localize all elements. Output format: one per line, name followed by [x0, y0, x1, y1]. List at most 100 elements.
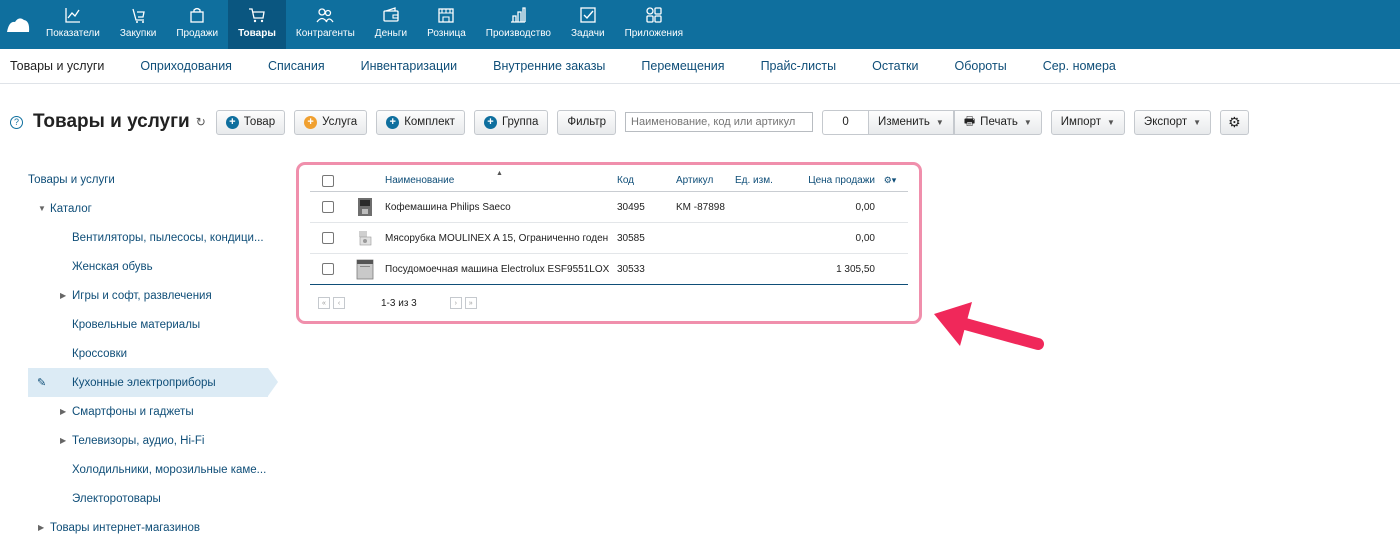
tree-item-catalog[interactable]: ▼ Каталог — [28, 194, 268, 223]
product-name[interactable]: Посудомоечная машина Electrolux ESF9551L… — [385, 264, 617, 275]
logo[interactable] — [0, 0, 36, 49]
table-row[interactable]: Мясорубка MOULINEX A 15, Ограниченно год… — [310, 223, 908, 254]
nav-item-indicators[interactable]: Показатели — [36, 0, 110, 49]
tree-item-label: Кухонные электроприборы — [72, 376, 216, 389]
column-price[interactable]: Цена продажи — [805, 175, 875, 186]
chevron-right-icon[interactable]: ▶ — [38, 523, 50, 532]
help-icon[interactable]: ? — [10, 115, 23, 129]
column-settings-icon[interactable]: ⚙▾ — [875, 175, 905, 186]
subnav-inventory[interactable]: Инвентаризации — [361, 49, 458, 84]
top-nav-bar: Показатели Закупки Продажи Товары Контра… — [0, 0, 1400, 49]
chart-icon — [65, 8, 80, 23]
next-page-button[interactable]: › — [449, 297, 462, 309]
tree-item[interactable]: ▶ Смартфоны и гаджеты — [28, 397, 268, 426]
row-checkbox[interactable] — [321, 232, 334, 244]
product-name[interactable]: Мясорубка MOULINEX A 15, Ограниченно год… — [385, 233, 617, 244]
add-product-button[interactable]: + Товар — [215, 109, 286, 135]
table-row[interactable]: Посудомоечная машина Electrolux ESF9551L… — [310, 254, 908, 285]
nav-item-products[interactable]: Товары — [228, 0, 286, 49]
row-checkbox[interactable] — [321, 201, 334, 213]
tree-item-label: Вентиляторы, пылесосы, кондици... — [72, 231, 264, 244]
tree-item-online-stores[interactable]: ▶ Товары интернет-магазинов — [28, 513, 268, 542]
column-code[interactable]: Код — [617, 175, 676, 186]
nav-item-contractors[interactable]: Контрагенты — [286, 0, 365, 49]
subnav-price-lists[interactable]: Прайс-листы — [761, 49, 837, 84]
product-name[interactable]: Кофемашина Philips Saeco — [385, 202, 617, 213]
products-table: Наименование Код Артикул Ед. изм. Цена п… — [310, 170, 908, 285]
print-button[interactable]: 🖶 Печать ▼ — [953, 109, 1042, 135]
chevron-down-icon: ▼ — [935, 117, 944, 127]
tree-item[interactable]: ▶ Игры и софт, развлечения — [28, 281, 268, 310]
column-unit[interactable]: Ед. изм. — [735, 175, 805, 186]
tree-item[interactable]: Холодильники, морозильные каме... — [28, 455, 268, 484]
selected-counter: 0 — [822, 109, 869, 135]
nav-label: Продажи — [176, 28, 219, 39]
meat-grinder-image — [359, 231, 372, 246]
filter-button[interactable]: Фильтр — [557, 109, 617, 135]
nav-item-production[interactable]: Производство — [476, 0, 561, 49]
nav-item-apps[interactable]: Приложения — [615, 0, 694, 49]
chevron-down-icon: ▼ — [1193, 117, 1202, 127]
button-label: Изменить — [878, 116, 930, 128]
select-all-checkbox[interactable] — [321, 174, 334, 187]
sort-asc-icon: ▲ — [496, 170, 503, 177]
tree-item-root[interactable]: Товары и услуги — [28, 165, 268, 194]
tree-item-label: Женская обувь — [72, 260, 153, 273]
tree-item[interactable]: Вентиляторы, пылесосы, кондици... — [28, 223, 268, 252]
export-button[interactable]: Экспорт ▼ — [1133, 109, 1212, 135]
tree-item-selected[interactable]: ✎ Кухонные электроприборы — [28, 368, 278, 397]
first-page-button[interactable]: « — [318, 297, 330, 309]
nav-label: Показатели — [46, 28, 100, 39]
tree-item[interactable]: ▶ Телевизоры, аудио, Hi-Fi — [28, 426, 268, 455]
pager: « ‹ 1-3 из 3 › » — [318, 297, 480, 309]
nav-item-sales[interactable]: Продажи — [166, 0, 228, 49]
table-row[interactable]: Кофемашина Philips Saeco 30495 KM -87898… — [310, 192, 908, 223]
tree-item[interactable]: Кровельные материалы — [28, 310, 268, 339]
plus-icon: + — [483, 115, 497, 129]
product-article: KM -87898 — [676, 201, 725, 213]
chevron-down-icon: ▼ — [1107, 117, 1115, 127]
last-page-button[interactable]: » — [464, 297, 477, 309]
import-button[interactable]: Импорт ▼ — [1050, 109, 1125, 135]
nav-item-retail[interactable]: Розница — [417, 0, 476, 49]
nav-label: Закупки — [119, 28, 157, 39]
chevron-right-icon[interactable]: ▶ — [60, 291, 72, 300]
nav-label: Производство — [485, 28, 551, 39]
search-input[interactable] — [625, 112, 814, 132]
add-kit-button[interactable]: + Комплект — [376, 109, 465, 135]
tree-item[interactable]: Женская обувь — [28, 252, 268, 281]
nav-label: Розница — [427, 28, 466, 39]
subnav-internal-orders[interactable]: Внутренние заказы — [493, 49, 605, 84]
chevron-right-icon[interactable]: ▶ — [60, 436, 72, 445]
subnav-stock[interactable]: Остатки — [872, 49, 918, 84]
product-price: 0,00 — [855, 232, 875, 244]
annotation-arrow-icon — [934, 302, 1044, 350]
subnav-transfers[interactable]: Перемещения — [641, 49, 724, 84]
page-title: Товары и услуги — [33, 111, 190, 132]
button-label: Группа — [501, 116, 539, 128]
column-article[interactable]: Артикул — [676, 175, 735, 186]
subnav-serial-numbers[interactable]: Сер. номера — [1043, 49, 1116, 84]
subnav-write-offs[interactable]: Списания — [268, 49, 325, 84]
subnav-receipts[interactable]: Оприходования — [140, 49, 232, 84]
tree-item[interactable]: Электоротовары — [28, 484, 268, 513]
nav-label: Контрагенты — [295, 28, 355, 39]
prev-page-button[interactable]: ‹ — [333, 297, 345, 309]
subnav-products-services[interactable]: Товары и услуги — [10, 49, 104, 84]
settings-button[interactable]: ⚙ — [1220, 109, 1249, 135]
nav-item-money[interactable]: Деньги — [365, 0, 417, 49]
nav-item-tasks[interactable]: Задачи — [561, 0, 615, 49]
nav-item-purchases[interactable]: Закупки — [110, 0, 166, 49]
chevron-down-icon[interactable]: ▼ — [38, 204, 50, 213]
row-checkbox[interactable] — [321, 263, 334, 275]
subnav-turnover[interactable]: Обороты — [955, 49, 1007, 84]
production-icon — [511, 7, 527, 23]
pencil-icon[interactable]: ✎ — [37, 376, 46, 389]
tree-item[interactable]: Кроссовки — [28, 339, 268, 368]
add-group-button[interactable]: + Группа — [473, 109, 549, 135]
refresh-icon[interactable]: ↻ — [196, 115, 206, 129]
change-button[interactable]: Изменить ▼ — [868, 109, 954, 135]
chevron-right-icon[interactable]: ▶ — [60, 407, 72, 416]
add-service-button[interactable]: + Услуга — [294, 109, 368, 135]
apps-icon — [646, 7, 662, 23]
